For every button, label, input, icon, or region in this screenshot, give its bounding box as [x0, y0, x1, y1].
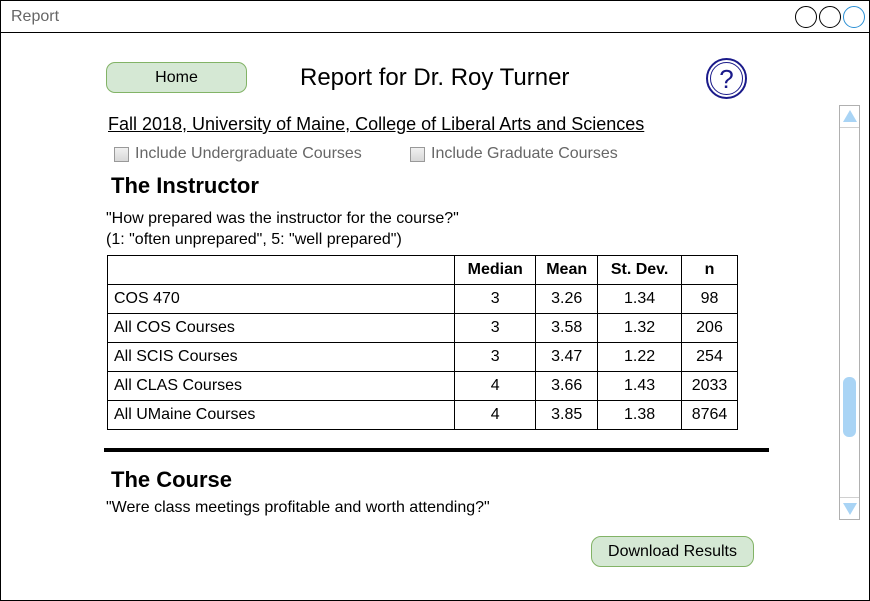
row-mean: 3.47	[535, 342, 599, 372]
row-n: 254	[681, 342, 738, 372]
window-title: Report	[11, 8, 60, 25]
grad-checkbox-label[interactable]: Include Graduate Courses	[431, 145, 618, 163]
report-window: Report Home Report for Dr. Roy Turner ? …	[0, 0, 870, 601]
row-stdev: 1.38	[597, 400, 682, 430]
section-divider	[104, 448, 769, 452]
instructor-heading: The Instructor	[111, 173, 259, 198]
column-header-stdev: St. Dev.	[597, 255, 682, 285]
results-table: Median Mean St. Dev. n COS 470 3 3.26 1.…	[106, 255, 738, 430]
row-mean: 3.26	[535, 284, 599, 314]
table-row: All UMaine Courses 4 3.85 1.38 8764	[106, 400, 738, 430]
row-median: 4	[454, 371, 537, 401]
scroll-thumb[interactable]	[843, 377, 856, 437]
row-course-name: All SCIS Courses	[106, 342, 456, 372]
column-header-n: n	[681, 255, 738, 285]
row-n: 206	[681, 313, 738, 343]
grad-checkbox[interactable]	[410, 147, 425, 162]
row-course-name: COS 470	[106, 284, 456, 314]
close-button[interactable]	[843, 6, 865, 28]
row-n: 8764	[681, 400, 738, 430]
course-heading: The Course	[111, 467, 233, 492]
row-median: 3	[454, 284, 537, 314]
table-row: All SCIS Courses 3 3.47 1.22 254	[106, 342, 738, 372]
row-mean: 3.66	[535, 371, 599, 401]
column-header-median: Median	[454, 255, 537, 285]
help-icon[interactable]: ?	[706, 58, 747, 99]
row-mean: 3.85	[535, 400, 599, 430]
vertical-scrollbar[interactable]	[839, 105, 860, 520]
row-course-name: All CLAS Courses	[106, 371, 456, 401]
instructor-scale: (1: "often unprepared", 5: "well prepare…	[106, 231, 402, 248]
table-row: All CLAS Courses 4 3.66 1.43 2033	[106, 371, 738, 401]
row-stdev: 1.43	[597, 371, 682, 401]
row-course-name: All UMaine Courses	[106, 400, 456, 430]
row-stdev: 1.32	[597, 313, 682, 343]
table-row: COS 470 3 3.26 1.34 98	[106, 284, 738, 314]
undergrad-checkbox-label[interactable]: Include Undergraduate Courses	[135, 145, 362, 163]
triangle-down-icon[interactable]	[843, 503, 857, 515]
term-link[interactable]: Fall 2018, University of Maine, College …	[108, 114, 644, 135]
scroll-down-divider	[840, 497, 859, 498]
table-row: All COS Courses 3 3.58 1.32 206	[106, 313, 738, 343]
maximize-button[interactable]	[819, 6, 841, 28]
row-median: 3	[454, 313, 537, 343]
row-stdev: 1.34	[597, 284, 682, 314]
row-median: 4	[454, 400, 537, 430]
row-n: 98	[681, 284, 738, 314]
row-stdev: 1.22	[597, 342, 682, 372]
page-title: Report for Dr. Roy Turner	[300, 64, 570, 91]
download-results-button[interactable]: Download Results	[591, 536, 754, 567]
column-header-mean: Mean	[535, 255, 599, 285]
scroll-up-divider	[840, 127, 859, 128]
instructor-question: "How prepared was the instructor for the…	[106, 210, 459, 227]
column-header-course	[106, 255, 456, 285]
row-course-name: All COS Courses	[106, 313, 456, 343]
question-mark: ?	[710, 62, 743, 95]
row-median: 3	[454, 342, 537, 372]
table-header-row: Median Mean St. Dev. n	[106, 255, 738, 285]
course-question: "Were class meetings profitable and wort…	[106, 499, 490, 516]
row-n: 2033	[681, 371, 738, 401]
row-mean: 3.58	[535, 313, 599, 343]
minimize-button[interactable]	[795, 6, 817, 28]
title-bar: Report	[1, 1, 869, 33]
home-button[interactable]: Home	[106, 62, 247, 93]
undergrad-checkbox[interactable]	[114, 147, 129, 162]
triangle-up-icon[interactable]	[843, 110, 857, 122]
